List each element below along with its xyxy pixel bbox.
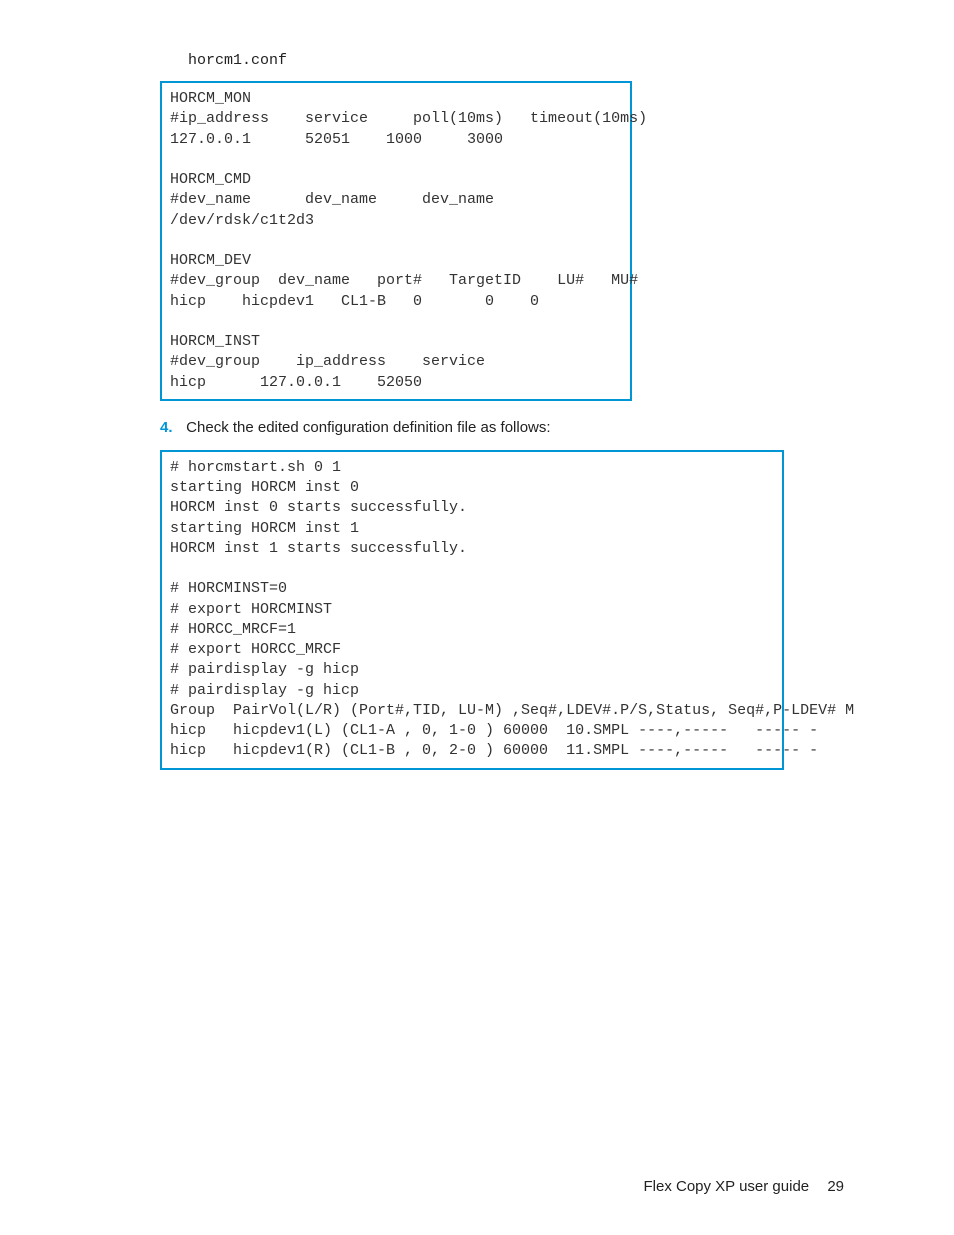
- step-number: 4.: [160, 419, 182, 436]
- footer-title: Flex Copy XP user guide: [643, 1178, 809, 1195]
- footer-page-number: 29: [827, 1178, 844, 1195]
- step-text: Check the edited configuration definitio…: [186, 419, 550, 436]
- file-label: horcm1.conf: [188, 52, 844, 69]
- code-block-horcm1-conf: HORCM_MON #ip_address service poll(10ms)…: [160, 81, 632, 401]
- code-block-output: # horcmstart.sh 0 1 starting HORCM inst …: [160, 450, 784, 770]
- step-4: 4. Check the edited configuration defini…: [160, 419, 844, 436]
- page-content: horcm1.conf HORCM_MON #ip_address servic…: [0, 0, 954, 770]
- page-footer: Flex Copy XP user guide 29: [643, 1178, 844, 1195]
